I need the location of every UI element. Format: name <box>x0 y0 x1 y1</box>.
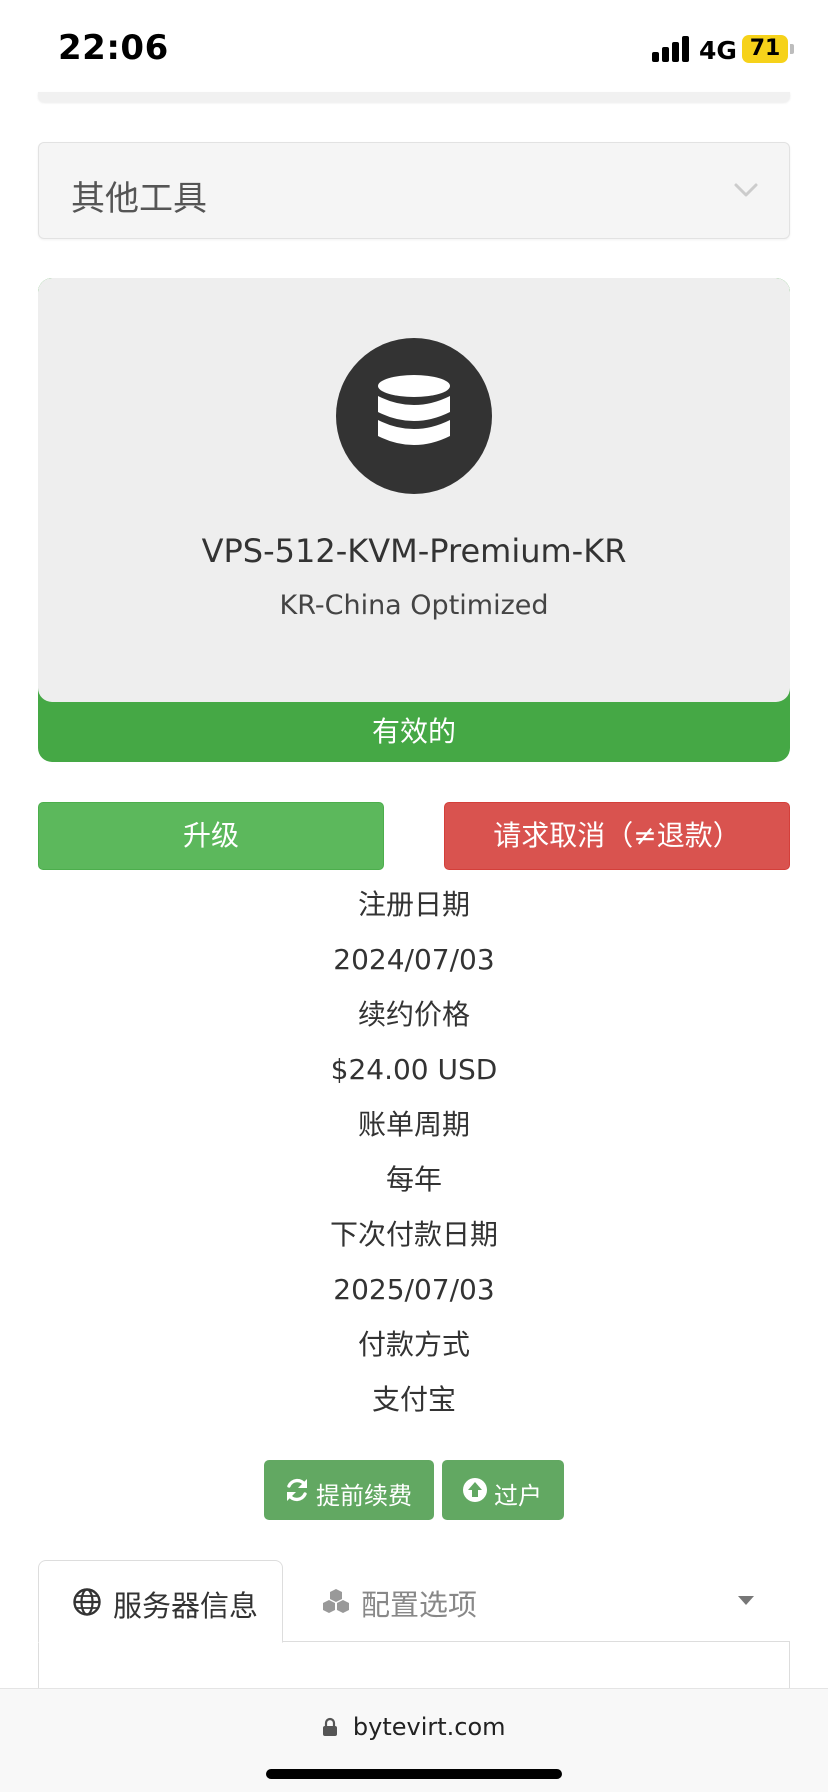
previous-panel-edge <box>38 92 790 102</box>
signal-strength-icon <box>652 36 692 62</box>
product-icon <box>336 338 492 494</box>
browser-address-bar[interactable]: bytevirt.com <box>0 1688 828 1792</box>
battery-icon: 71 <box>742 35 788 63</box>
product-group: KR-China Optimized <box>279 590 549 621</box>
tab-divider <box>282 1641 790 1642</box>
payment-method-value: 支付宝 <box>371 1383 456 1416</box>
cubes-icon <box>323 1589 349 1613</box>
next-due-date-value: 2025/07/03 <box>333 1273 495 1306</box>
registration-date-value: 2024/07/03 <box>333 943 495 976</box>
tab-config-options[interactable]: 配置选项 <box>283 1560 533 1640</box>
request-cancellation-button[interactable]: 请求取消（≠退款） <box>444 802 790 870</box>
tab-config-options-label: 配置选项 <box>361 1588 478 1622</box>
refresh-icon <box>287 1478 307 1502</box>
renewal-price-label: 续约价格 <box>357 998 470 1031</box>
caret-down-icon[interactable] <box>738 1596 754 1605</box>
billing-cycle-value: 每年 <box>385 1163 442 1196</box>
service-info-list: 注册日期 2024/07/03 续约价格 $24.00 USD 账单周期 每年 … <box>0 877 828 1427</box>
arrow-circle-up-icon <box>463 1478 487 1502</box>
database-icon <box>378 375 450 445</box>
product-name: VPS-512-KVM-Premium-KR <box>201 532 627 570</box>
next-due-date-label: 下次付款日期 <box>329 1218 498 1251</box>
tab-server-info[interactable]: 服务器信息 <box>38 1560 283 1643</box>
status-bar: 22:06 4G 71 <box>0 0 828 96</box>
early-renew-button[interactable]: 提前续费 <box>264 1460 434 1520</box>
other-tools-label: 其他工具 <box>71 179 207 219</box>
chevron-down-icon <box>734 183 758 197</box>
battery-tip <box>790 44 794 54</box>
upgrade-button[interactable]: 升级 <box>38 802 384 870</box>
transfer-button[interactable]: 过户 <box>442 1460 564 1520</box>
other-tools-dropdown[interactable]: 其他工具 <box>38 142 790 239</box>
home-indicator[interactable] <box>266 1769 562 1779</box>
product-card: VPS-512-KVM-Premium-KR KR-China Optimize… <box>38 278 790 762</box>
globe-icon <box>73 1588 101 1616</box>
billing-cycle-label: 账单周期 <box>357 1108 470 1141</box>
tab-server-info-label: 服务器信息 <box>113 1589 259 1623</box>
url-display[interactable]: bytevirt.com <box>0 1713 828 1753</box>
battery-level: 71 <box>749 36 781 61</box>
status-time: 22:06 <box>58 28 169 68</box>
early-renew-label: 提前续费 <box>316 1482 412 1510</box>
product-info-panel: VPS-512-KVM-Premium-KR KR-China Optimize… <box>38 278 790 702</box>
transfer-label: 过户 <box>494 1482 542 1510</box>
product-status-badge: 有效的 <box>371 715 456 748</box>
registration-date-label: 注册日期 <box>357 888 470 921</box>
payment-method-label: 付款方式 <box>357 1328 470 1361</box>
lock-icon <box>323 1717 338 1736</box>
renewal-price-value: $24.00 USD <box>330 1053 498 1086</box>
network-type: 4G <box>699 36 737 65</box>
url-text: bytevirt.com <box>352 1713 506 1741</box>
